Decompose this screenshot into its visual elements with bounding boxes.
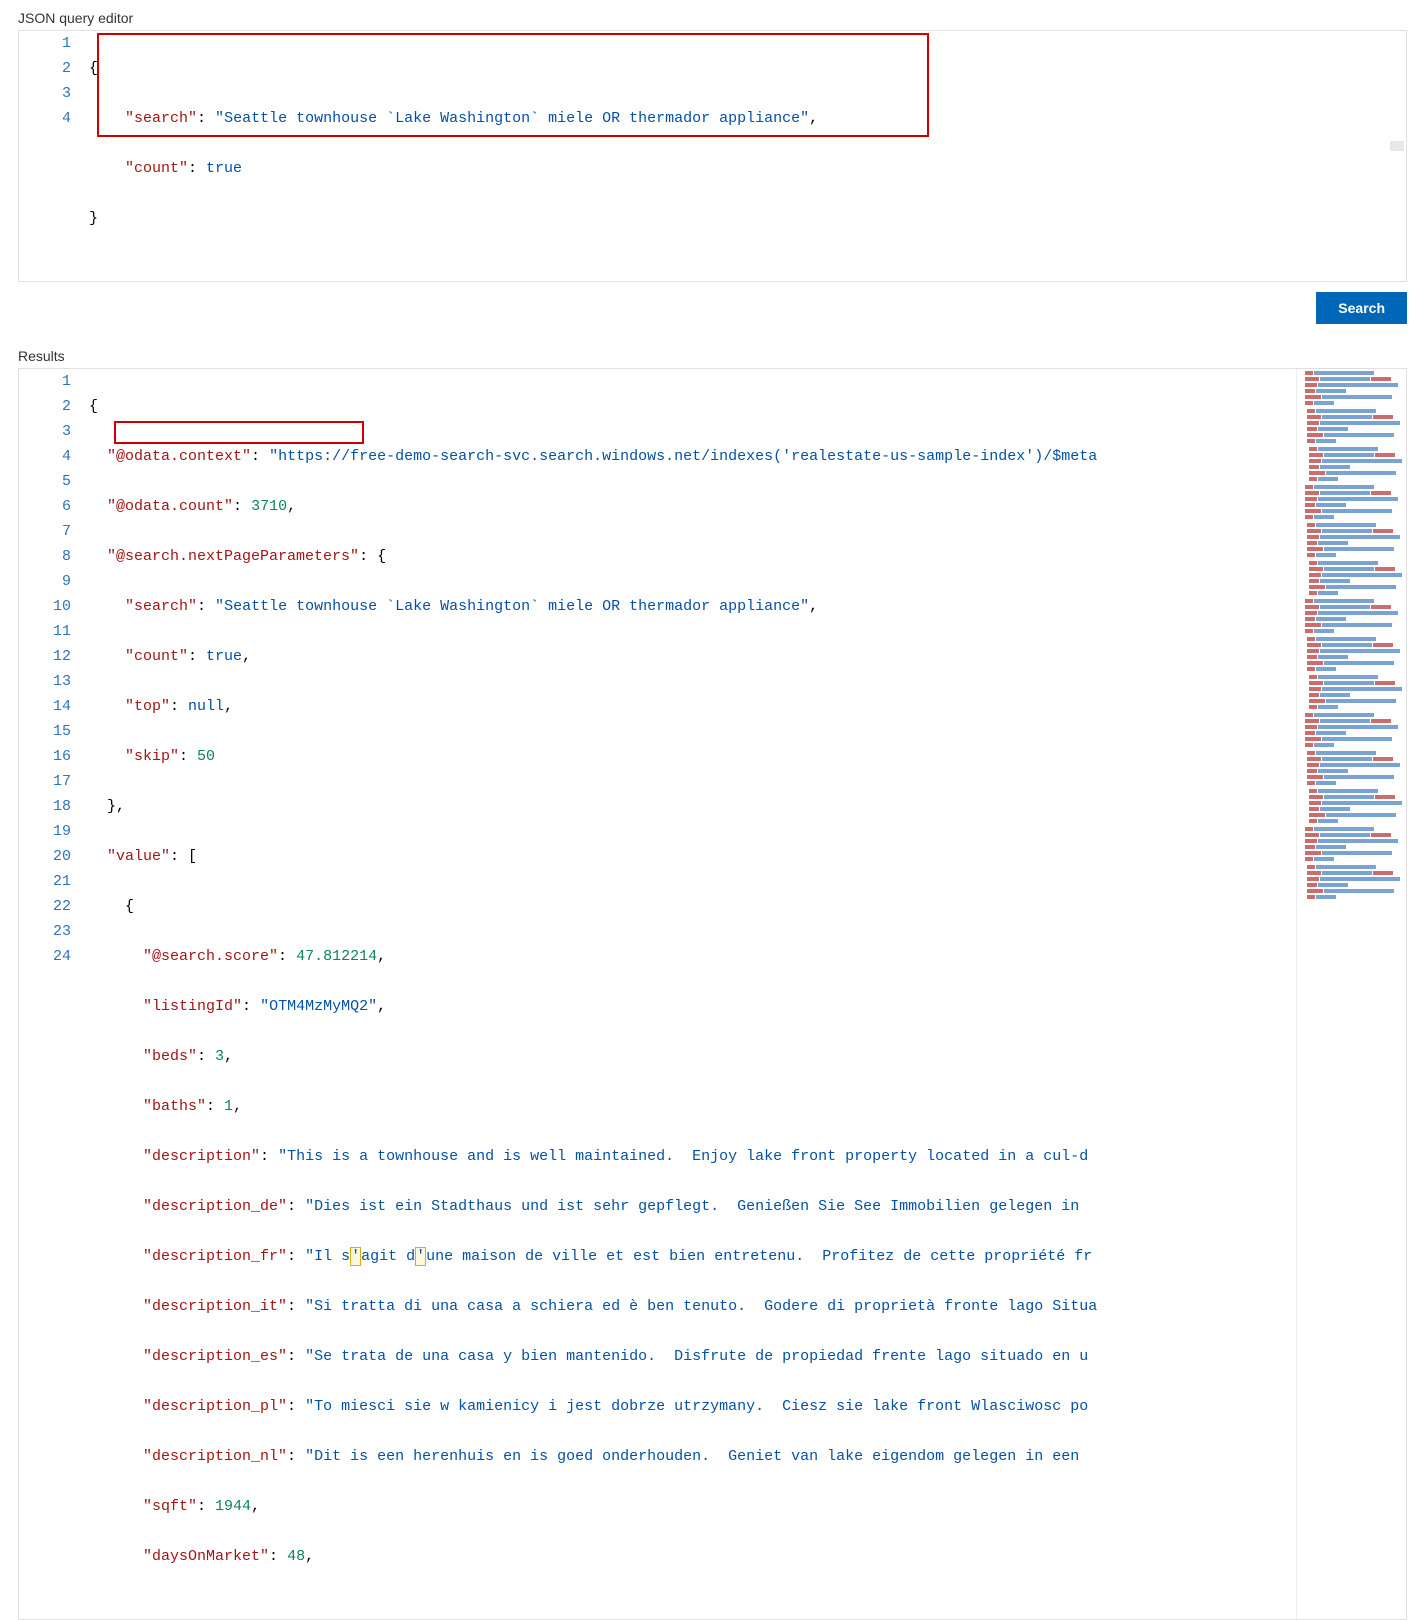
listing-id-value: OTM4MzMyMQ2 xyxy=(269,998,368,1015)
query-scroll-indicator xyxy=(1390,141,1404,151)
odata-count-value: 3710 xyxy=(251,498,287,515)
description-fr-seg-a: Il s xyxy=(314,1248,350,1265)
search-button[interactable]: Search xyxy=(1316,292,1407,324)
sqft-value: 1944 xyxy=(215,1498,251,1515)
results-code: { "@odata.context": "https://free-demo-s… xyxy=(89,369,1296,1619)
query-search-value: Seattle townhouse `Lake Washington` miel… xyxy=(224,110,800,127)
description-es-value: Se trata de una casa y bien mantenido. D… xyxy=(314,1348,1088,1365)
days-on-market-value: 48 xyxy=(287,1548,305,1565)
description-fr-seg-c: une maison de ville et est bien entreten… xyxy=(426,1248,1092,1265)
results-label: Results xyxy=(18,348,1407,364)
query-code[interactable]: { "search": "Seattle townhouse `Lake Was… xyxy=(89,31,1406,281)
description-pl-value: To miesci sie w kamienicy i jest dobrze … xyxy=(314,1398,1088,1415)
description-value: This is a townhouse and is well maintain… xyxy=(287,1148,1088,1165)
description-it-value: Si tratta di una casa a schiera ed è ben… xyxy=(314,1298,1097,1315)
special-char-marker: ' xyxy=(350,1247,361,1266)
query-gutter: 1 2 3 4 xyxy=(19,31,89,281)
json-query-editor[interactable]: 1 2 3 4 { "search": "Seattle townhouse `… xyxy=(18,30,1407,282)
results-gutter: 1234 5678 9101112 13141516 17181920 2122… xyxy=(19,369,89,1619)
npp-search-value: Seattle townhouse `Lake Washington` miel… xyxy=(224,598,800,615)
description-de-value: Dies ist ein Stadthaus und ist sehr gepf… xyxy=(314,1198,1088,1215)
search-score-value: 47.812214 xyxy=(296,948,377,965)
special-char-marker: ' xyxy=(415,1247,426,1266)
beds-value: 3 xyxy=(215,1048,224,1065)
baths-value: 1 xyxy=(224,1098,233,1115)
odata-context-value: https://free-demo-search-svc.search.wind… xyxy=(278,448,1097,465)
npp-skip-value: 50 xyxy=(197,748,215,765)
results-viewer[interactable]: 1234 5678 9101112 13141516 17181920 2122… xyxy=(18,368,1407,1620)
results-minimap[interactable] xyxy=(1296,369,1406,1619)
description-nl-value: Dit is een herenhuis en is goed onderhou… xyxy=(314,1448,1088,1465)
description-fr-seg-b: agit d xyxy=(361,1248,415,1265)
query-editor-label: JSON query editor xyxy=(18,10,1407,26)
